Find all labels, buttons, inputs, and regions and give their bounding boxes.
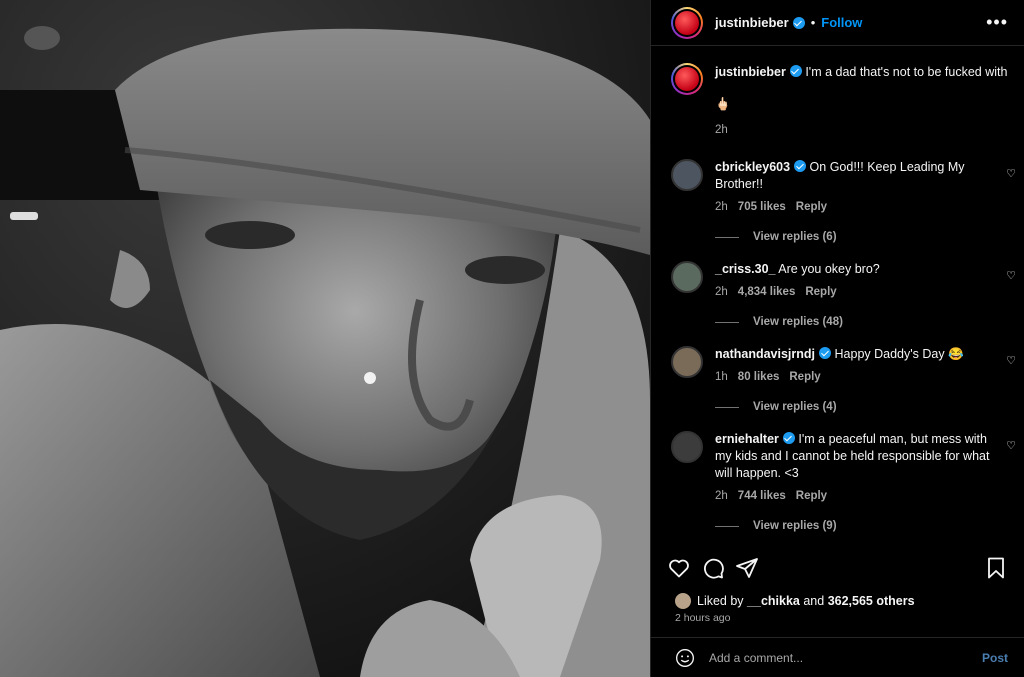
reply-button[interactable]: Reply	[796, 201, 827, 213]
comment-like-heart-icon[interactable]: ♡	[1006, 167, 1016, 180]
likes-count[interactable]: 362,565 others	[828, 594, 915, 608]
comment-likes[interactable]: 744 likes	[738, 490, 786, 502]
verified-badge-icon	[794, 160, 807, 172]
post-side-panel: justinbieber • Follow ••• justinbieber I…	[650, 0, 1024, 677]
view-replies-button[interactable]: View replies (48)	[715, 316, 1024, 328]
comment-time: 2h	[715, 286, 728, 298]
separator-dot: •	[810, 15, 816, 30]
comment-like-heart-icon[interactable]: ♡	[1006, 439, 1016, 452]
comment-text: Are you okey bro?	[778, 262, 880, 276]
comment-like-heart-icon[interactable]: ♡	[1006, 354, 1016, 367]
verified-badge-icon	[819, 347, 832, 359]
comment-username[interactable]: _criss.30_	[715, 262, 775, 276]
caption-text: I'm a dad that's not to be fucked with	[805, 65, 1008, 79]
comment-username[interactable]: cbrickley603	[715, 160, 790, 174]
comment-text: Happy Daddy's Day 😂	[834, 347, 964, 361]
commenter-avatar[interactable]	[671, 431, 703, 463]
comment-username[interactable]: nathandavisjrndj	[715, 347, 815, 361]
author-avatar[interactable]	[671, 6, 703, 39]
reply-button[interactable]: Reply	[796, 490, 827, 502]
reply-button[interactable]: Reply	[805, 286, 836, 298]
verified-badge-icon	[792, 16, 805, 29]
view-replies-button[interactable]: View replies (6)	[715, 231, 1024, 243]
reply-button[interactable]: Reply	[789, 371, 820, 383]
likes-summary: Liked by __chikka and 362,565 others	[675, 593, 915, 609]
action-bar	[667, 556, 1008, 580]
commenter-avatar[interactable]	[671, 346, 703, 378]
caption-username[interactable]: justinbieber	[715, 65, 786, 79]
likes-joiner: and	[803, 594, 825, 608]
comment-bubble-icon[interactable]	[701, 556, 725, 580]
commenter-avatar[interactable]	[671, 261, 703, 293]
liker-username[interactable]: __chikka	[747, 594, 800, 608]
view-replies-button[interactable]: View replies (9)	[715, 520, 1024, 532]
more-options-icon[interactable]: •••	[986, 12, 1008, 33]
comment-time: 2h	[715, 201, 728, 213]
comment-likes[interactable]: 80 likes	[738, 371, 780, 383]
add-comment-bar: Post	[651, 637, 1024, 677]
post-timestamp: 2 hours ago	[675, 612, 731, 624]
caption-emoji: 🖕🏻	[715, 97, 731, 111]
comment-time: 1h	[715, 371, 728, 383]
comment-item: cbrickley603 On God!!! Keep Leading My B…	[651, 159, 1024, 243]
follow-button[interactable]: Follow	[821, 15, 862, 30]
post-comment-button[interactable]: Post	[982, 651, 1008, 665]
comment-likes[interactable]: 4,834 likes	[738, 286, 796, 298]
add-comment-input[interactable]	[709, 650, 982, 665]
verified-badge-icon	[789, 65, 802, 77]
post-header: justinbieber • Follow •••	[651, 0, 1024, 46]
share-paper-plane-icon[interactable]	[735, 556, 759, 580]
verified-badge-icon	[782, 432, 795, 444]
comment-item: nathandavisjrndj Happy Daddy's Day 😂 1h 80…	[651, 346, 1024, 413]
photo-image	[0, 0, 650, 677]
author-username[interactable]: justinbieber	[715, 15, 789, 30]
comments-list[interactable]: justinbieber I'm a dad that's not to be …	[651, 47, 1024, 544]
comment-time: 2h	[715, 490, 728, 502]
comment-item: _criss.30_ Are you okey bro? 2h 4,834 like…	[651, 261, 1024, 328]
post-photo[interactable]	[0, 0, 650, 677]
post-dialog: justinbieber • Follow ••• justinbieber I…	[0, 0, 1024, 677]
caption-avatar[interactable]	[671, 63, 703, 95]
comment-likes[interactable]: 705 likes	[738, 201, 786, 213]
post-caption: justinbieber I'm a dad that's not to be …	[651, 47, 1024, 139]
emoji-smiley-icon[interactable]	[675, 648, 695, 668]
save-bookmark-icon[interactable]	[984, 556, 1008, 580]
like-heart-icon[interactable]	[667, 556, 691, 580]
comment-username[interactable]: erniehalter	[715, 432, 779, 446]
comment-like-heart-icon[interactable]: ♡	[1006, 269, 1016, 282]
comment-item: erniehalter I'm a peaceful man, but mess…	[651, 431, 1024, 532]
likes-prefix: Liked by	[697, 594, 744, 608]
commenter-avatar[interactable]	[671, 159, 703, 191]
liker-avatar[interactable]	[675, 593, 691, 609]
caption-time: 2h	[715, 124, 728, 136]
view-replies-button[interactable]: View replies (4)	[715, 401, 1024, 413]
